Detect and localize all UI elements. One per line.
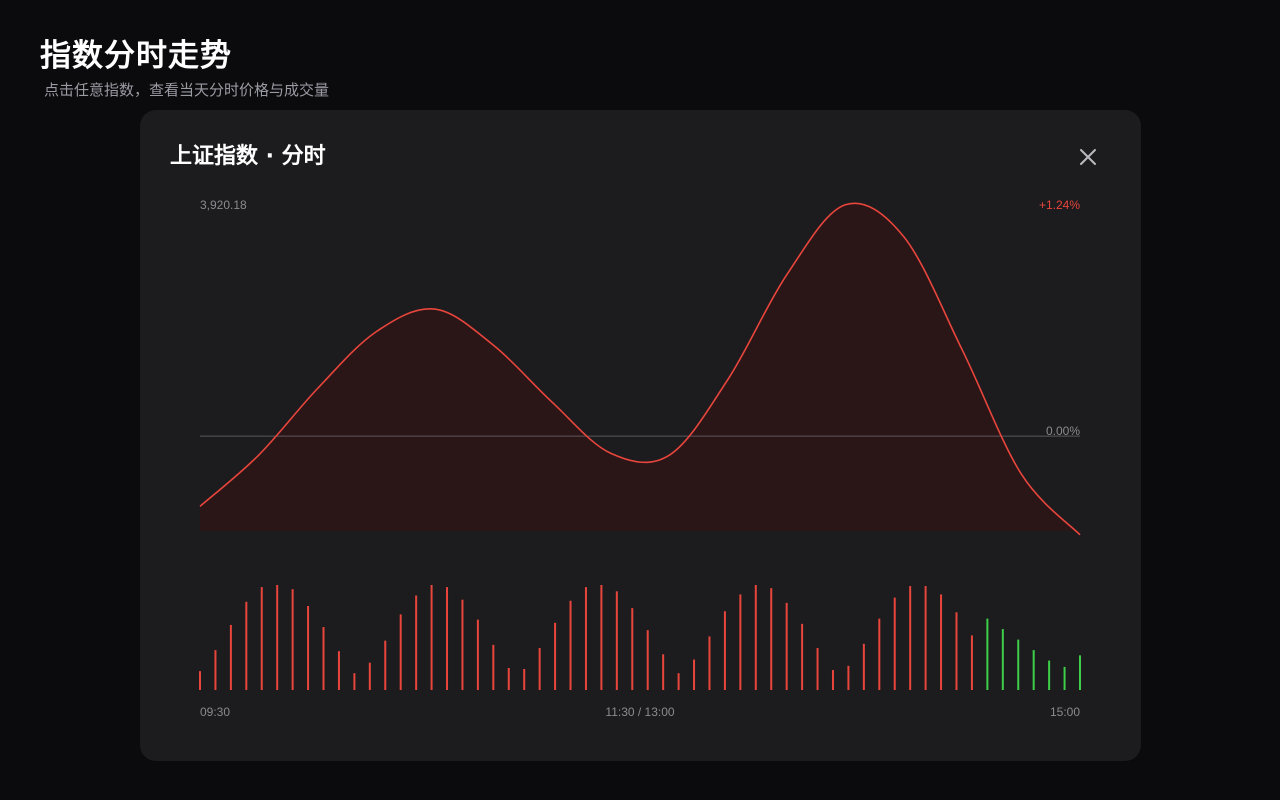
price-chart (199, 202, 1081, 536)
change-baseline-label: 0.00% (1046, 424, 1080, 438)
volume-bar (909, 586, 912, 690)
volume-bar (569, 600, 572, 690)
volume-bar (353, 673, 356, 690)
volume-bar (662, 654, 665, 690)
volume-bar (199, 671, 201, 690)
volume-bar (260, 587, 263, 690)
volume-bar (538, 648, 541, 690)
volume-bar (476, 619, 479, 690)
volume-bar (739, 594, 742, 690)
volume-bar (831, 670, 834, 690)
volume-bar (291, 589, 294, 690)
x-tick-label-midday: 11:30 / 13:00 (605, 705, 674, 719)
page-header: 指数分时走势 点击任意指数，查看当天分时价格与成交量 (40, 30, 329, 100)
price-top-label: 3,920.18 (200, 198, 247, 212)
volume-bar (924, 586, 927, 690)
volume-bar (415, 595, 418, 690)
volume-bar (430, 585, 433, 690)
volume-bar (1017, 639, 1020, 690)
volume-bar (399, 614, 402, 690)
volume-bar (461, 599, 464, 690)
x-tick-label-start: 09:30 (200, 705, 230, 719)
volume-bar (1079, 655, 1081, 690)
volume-bar (446, 587, 449, 690)
volume-bar (970, 635, 973, 690)
volume-bar (955, 612, 958, 690)
volume-chart (199, 585, 1081, 690)
price-area (200, 203, 1080, 535)
volume-bar (631, 608, 634, 690)
volume-bar (245, 601, 248, 690)
volume-bar (847, 665, 850, 690)
volume-bar (584, 587, 587, 690)
volume-bar (693, 659, 696, 690)
volume-bar (1001, 629, 1004, 690)
volume-bar (986, 618, 989, 690)
volume-bar (723, 611, 726, 690)
page-title: 指数分时走势 (40, 38, 232, 74)
volume-bar (878, 618, 881, 690)
volume-bar (708, 636, 711, 690)
volume-bar (862, 643, 865, 690)
volume-bar (615, 591, 618, 690)
volume-bar (677, 673, 680, 690)
volume-bar (600, 585, 603, 690)
volume-bar (1032, 650, 1035, 690)
volume-bar (1063, 666, 1066, 690)
volume-bar (816, 648, 819, 690)
volume-bar (770, 588, 773, 690)
volume-bar (384, 640, 387, 690)
change-top-label: +1.24% (1039, 198, 1080, 212)
volume-bar (646, 630, 649, 690)
page-subtitle: 点击任意指数，查看当天分时价格与成交量 (44, 81, 330, 99)
x-tick-label-close: 15:00 (1050, 705, 1080, 719)
volume-bar (801, 623, 804, 690)
volume-bar (492, 644, 495, 690)
volume-bar (337, 651, 340, 690)
volume-bar (322, 627, 325, 690)
volume-bar (523, 669, 526, 690)
volume-bar (785, 602, 788, 690)
volume-bar (554, 622, 557, 690)
volume-bar (893, 597, 896, 690)
volume-bar (214, 650, 217, 690)
volume-bar (940, 594, 943, 690)
volume-bar (1048, 660, 1051, 690)
intraday-chart: 3,920.18 +1.24% 0.00% 09:30 11:30 / 13:0… (199, 198, 1081, 719)
volume-bar (368, 662, 371, 690)
volume-bar (507, 667, 510, 690)
volume-bar (276, 585, 279, 690)
volume-bar (754, 585, 757, 690)
intraday-modal: 上证指数 · 分时 3,920.18 +1.24% 0.00% 09:30 11… (140, 110, 1141, 761)
volume-bar (229, 624, 232, 690)
volume-bar (307, 606, 310, 690)
